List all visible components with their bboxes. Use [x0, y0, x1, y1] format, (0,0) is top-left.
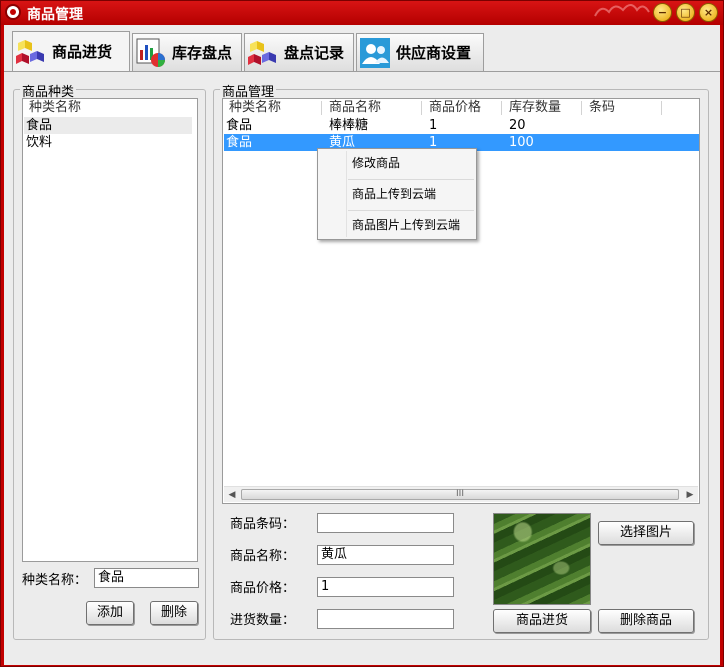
- client-area: 商品进货 库存盘点 盘点记录 供应商设置 商品种类 种类名称 食品 饮料 种类名…: [4, 25, 720, 665]
- product-image: [493, 513, 591, 605]
- goods-name-input[interactable]: 黄瓜: [317, 545, 454, 565]
- purchase-goods-button[interactable]: 商品进货: [493, 609, 591, 633]
- price-input[interactable]: 1: [317, 577, 454, 597]
- category-name-label: 种类名称：: [22, 573, 88, 588]
- column-header[interactable]: 库存数量: [504, 99, 561, 117]
- context-menu: 修改商品 商品上传到云端 商品图片上传到云端: [317, 148, 477, 240]
- scroll-right-icon[interactable]: ▶: [682, 487, 698, 503]
- column-separator[interactable]: [661, 101, 662, 115]
- maximize-button[interactable]: □: [676, 3, 695, 22]
- tab-label: 商品进货: [52, 43, 113, 61]
- delete-goods-button[interactable]: 删除商品: [598, 609, 694, 633]
- column-header[interactable]: 商品价格: [424, 99, 481, 117]
- column-separator[interactable]: [581, 101, 582, 115]
- column-separator[interactable]: [321, 101, 322, 115]
- tab-purchase[interactable]: 商品进货: [12, 31, 130, 71]
- chart-icon: [136, 38, 166, 68]
- barcode-input[interactable]: [317, 513, 454, 533]
- cell-name: 棒棒糖: [329, 118, 369, 133]
- goods-name-label: 商品名称：: [230, 549, 296, 564]
- window-title: 商品管理: [27, 7, 83, 23]
- column-header[interactable]: 条码: [584, 99, 615, 117]
- column-header[interactable]: 商品名称: [324, 99, 381, 117]
- quantity-input[interactable]: [317, 609, 454, 629]
- list-item[interactable]: 饮料: [24, 134, 192, 151]
- scroll-left-icon[interactable]: ◀: [224, 487, 240, 503]
- list-item-label: 食品: [26, 118, 53, 133]
- menu-separator: [348, 210, 474, 211]
- column-separator[interactable]: [501, 101, 502, 115]
- table-row[interactable]: 食品 棒棒糖 1 20: [224, 117, 699, 134]
- column-header[interactable]: 种类名称: [224, 99, 281, 117]
- tab-label: 库存盘点: [172, 44, 233, 62]
- scroll-grip: III: [456, 489, 464, 499]
- tab-strip-border: [4, 71, 720, 72]
- column-separator[interactable]: [421, 101, 422, 115]
- app-window: 商品管理 − □ × 商品进货 库存盘点 盘点记录 供应商设置 商品种类 种类名…: [0, 0, 724, 667]
- category-group: 商品种类 种类名称 食品 饮料 种类名称： 食品 添加 删除: [13, 81, 206, 640]
- add-category-button[interactable]: 添加: [86, 601, 134, 625]
- cubes-icon: [16, 37, 46, 67]
- price-label: 商品价格：: [230, 581, 296, 596]
- quantity-label: 进货数量：: [230, 613, 296, 628]
- choose-image-button[interactable]: 选择图片: [598, 521, 694, 545]
- delete-category-button[interactable]: 删除: [150, 601, 198, 625]
- title-bar[interactable]: 商品管理 − □ ×: [1, 1, 723, 25]
- category-list[interactable]: 种类名称 食品 饮料: [22, 98, 198, 562]
- tab-inventory[interactable]: 库存盘点: [132, 33, 242, 71]
- cell-category: 食品: [226, 118, 253, 133]
- cubes-icon: [248, 38, 278, 68]
- users-icon: [360, 37, 390, 68]
- cell-stock: 100: [509, 135, 534, 150]
- menu-separator: [348, 179, 474, 180]
- cell-price: 1: [429, 118, 438, 133]
- list-item-label: 饮料: [26, 135, 53, 150]
- app-icon: [5, 4, 21, 20]
- cloud-ornament-icon: [594, 4, 650, 17]
- menu-item-upload-image[interactable]: 商品图片上传到云端: [320, 212, 474, 240]
- minimize-button[interactable]: −: [653, 3, 672, 22]
- barcode-label: 商品条码：: [230, 517, 296, 532]
- cell-stock: 20: [509, 118, 526, 133]
- list-item[interactable]: 食品: [24, 117, 192, 134]
- menu-item-upload-goods[interactable]: 商品上传到云端: [320, 181, 474, 209]
- tab-stock-records[interactable]: 盘点记录: [244, 33, 354, 71]
- cell-category: 食品: [226, 135, 253, 150]
- column-header-category-name[interactable]: 种类名称: [24, 99, 192, 117]
- tab-supplier-settings[interactable]: 供应商设置: [356, 33, 484, 71]
- category-name-input[interactable]: 食品: [94, 568, 199, 588]
- tab-label: 盘点记录: [284, 44, 345, 62]
- horizontal-scrollbar[interactable]: ◀ III ▶: [224, 486, 698, 502]
- close-button[interactable]: ×: [699, 3, 718, 22]
- tab-label: 供应商设置: [396, 44, 472, 62]
- menu-item-edit-goods[interactable]: 修改商品: [320, 150, 474, 178]
- scroll-thumb[interactable]: III: [241, 489, 679, 500]
